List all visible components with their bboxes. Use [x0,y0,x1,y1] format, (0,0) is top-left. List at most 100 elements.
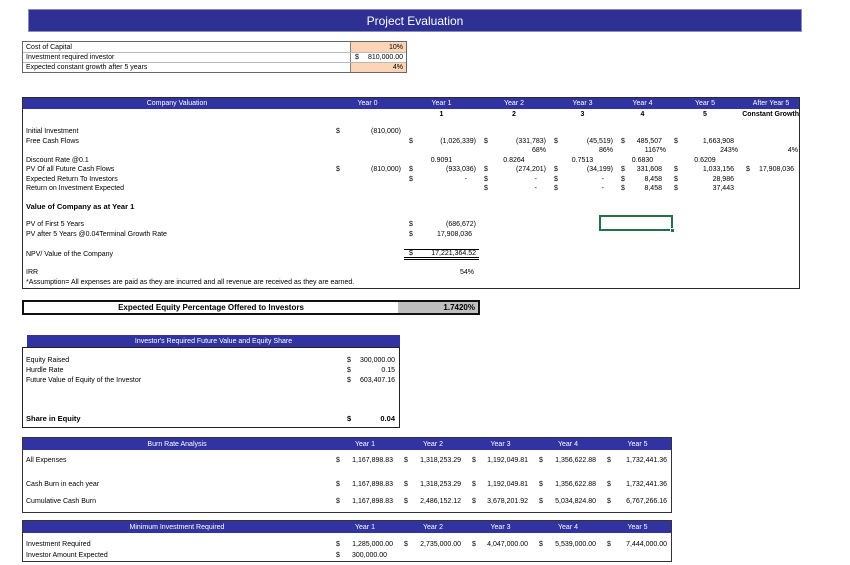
cell-fcf-y2[interactable]: $ (331,783) [479,137,549,147]
cell-cum-burn-y2[interactable]: $2,486,152.12 [399,495,467,508]
cell-fcf-y1[interactable]: $ (1,026,339) [404,137,479,147]
cell-future-value[interactable]: $603,407.16 [343,377,399,384]
cell-initial-investment-y0[interactable]: $ (810,000) [331,127,404,137]
cell-discount-y4[interactable]: 0.6830 [616,156,669,166]
cell-cash-burn-y2[interactable]: $1,318,253.29 [399,478,467,491]
cell-cash-burn-y5[interactable]: $1,732,441.36 [602,478,673,491]
growth-rate-cell[interactable]: 4% [350,63,406,72]
cost-of-capital-cell[interactable]: 10% [350,42,406,52]
cell-value: 0.6830 [631,156,654,164]
cell-expret-y1[interactable]: $ - [404,175,479,185]
cell-expret-y4[interactable]: $8,458 [616,175,669,185]
cell-cum-burn-y1[interactable]: $1,167,898.83 [331,495,399,508]
cell-pvall-y0[interactable]: $ (810,000) [331,165,404,175]
cell-growth-y4[interactable]: 1167% [616,146,669,156]
currency-symbol: $ [621,166,625,174]
cell-pvall-y1[interactable]: $ (933,036) [404,165,479,175]
cell-pvafter5-y1[interactable]: $17,908,036 [404,230,479,240]
cell-cum-burn-y4[interactable]: $5,034,824.80 [534,495,602,508]
cell-fcf-y5[interactable]: $1,663,908 [669,137,741,147]
cell-inv-req-y4[interactable]: $5,539,000.00 [534,538,602,550]
cell-value: 1,192,049.81 [487,457,528,464]
cell-expret-y3[interactable]: $ - [549,175,616,185]
selected-cell[interactable] [599,215,675,233]
cell-all-expenses-y2[interactable]: $1,318,253.29 [399,454,467,467]
cell-value: 4% [787,147,798,155]
currency-symbol: $ [539,481,543,488]
cell-all-expenses-y3[interactable]: $1,192,049.81 [467,454,534,467]
cell-discount-y5[interactable]: 0.6209 [669,156,741,166]
fill-handle[interactable] [669,227,675,233]
row-all-expenses: All Expenses $1,167,898.83 $1,318,253.29… [23,454,671,467]
equity-offer-value-cell[interactable]: 1.7420% [398,302,478,313]
cell-discount-y2[interactable]: 0.8264 [479,156,549,166]
cell-fcf-y4[interactable]: $485,507 [616,137,669,147]
cell-roi-y2[interactable]: $ - [479,184,549,194]
assumptions-table: Cost of Capital 10% Investment required … [22,41,407,73]
cell-cash-burn-y3[interactable]: $1,192,049.81 [467,478,534,491]
row-cash-burn: Cash Burn in each year $1,167,898.83 $1,… [23,478,671,491]
row-pv-first5: PV of First 5 Years $ (686,672) [23,220,799,230]
currency-symbol: $ [404,540,408,548]
cell-inv-req-y2[interactable]: $2,735,000.00 [399,538,467,550]
cell-value: 0.9091 [430,156,453,164]
cell-value: 0.15 [381,366,395,374]
page-title: Project Evaluation [28,9,802,32]
cell-all-expenses-y5[interactable]: $1,732,441.36 [602,454,673,467]
cell-value: 603,407.16 [359,376,395,384]
cell-inv-req-y5[interactable]: $7,444,000.00 [602,538,673,550]
cell-value: 1,732,441.36 [626,457,667,464]
cell-pvfirst5-y1[interactable]: $ (686,672) [404,220,479,230]
cell-npv-y1[interactable]: $17,221,364.52 [404,248,479,260]
cell-cum-burn-y3[interactable]: $3,678,201.92 [467,495,534,508]
cell-growth-y2[interactable]: 68% [479,146,549,156]
cell-value: 86% [598,147,613,155]
cell-expret-y2[interactable]: $ - [479,175,549,185]
cell-all-expenses-y1[interactable]: $1,167,898.83 [331,454,399,467]
investment-required-cell[interactable]: $ 810,000.00 [350,53,406,62]
cell-discount-y3[interactable]: 0.7513 [549,156,616,166]
cell-value: 4% [392,64,403,71]
col-header-year4: Year 4 [558,440,578,448]
cell-cum-burn-y5[interactable]: $6,767,266.16 [602,495,673,508]
cell-growth-after[interactable]: 4% [741,146,801,156]
cell-pvall-after[interactable]: $17,908,036 [741,165,801,175]
row-label: Discount Rate @0.1 [26,156,89,164]
cell-cash-burn-y4[interactable]: $1,356,622.88 [534,478,602,491]
cell-inv-req-y1[interactable]: $1,285,000.00 [331,538,399,550]
row-label: Return on Investment Expected [26,185,125,193]
cell-discount-y1[interactable]: 0.9091 [404,156,479,166]
cell-investor-amount-y1[interactable]: $300,000.00 [331,550,399,561]
cell-cash-burn-y1[interactable]: $1,167,898.83 [331,478,399,491]
cell-fcf-y3[interactable]: $ (45,519) [549,137,616,147]
cell-pvall-y3[interactable]: $ (34,199) [549,165,616,175]
row-label: Cumulative Cash Burn [26,498,97,505]
equity-offer-bar: Expected Equity Percentage Offered to In… [22,300,480,315]
cell-equity-raised[interactable]: $300,000.00 [343,357,399,364]
cell-share-in-equity[interactable]: $0.04 [343,414,399,423]
currency-symbol: $ [607,498,611,505]
cell-all-expenses-y4[interactable]: $1,356,622.88 [534,454,602,467]
equity-offer-label: Expected Equity Percentage Offered to In… [118,303,304,312]
cell-expret-y5[interactable]: $28,986 [669,175,741,185]
cell-roi-y4[interactable]: $8,458 [616,184,669,194]
cell-inv-req-y3[interactable]: $4,047,000.00 [467,538,534,550]
cell-pvall-y2[interactable]: $ (274,201) [479,165,549,175]
row-pv-all: PV Of all Future Cash Flows $ (810,000) $… [23,165,799,175]
cell-hurdle-rate[interactable]: $0.15 [343,367,399,374]
cell-value: 300,000.00 [351,552,387,559]
cell-pvall-y4[interactable]: $331,608 [616,165,669,175]
cell-roi-y5[interactable]: $37,443 [669,184,741,194]
cell-value: 243% [720,147,738,155]
row-label: Equity Raised [26,356,70,364]
cell-pvall-y5[interactable]: $1,033,156 [669,165,741,175]
currency-symbol: $ [554,185,558,193]
row-label: All Expenses [26,457,67,464]
currency-symbol: $ [621,185,625,193]
cell-growth-y3[interactable]: 86% [549,146,616,156]
cell-growth-y5[interactable]: 243% [669,146,741,156]
row-hurdle-rate: Hurdle Rate $0.15 [23,365,399,375]
cell-roi-y3[interactable]: $ - [549,184,616,194]
assumption-label: Investment required investor [26,54,115,61]
cell-irr-y1[interactable]: 54% [404,268,479,278]
